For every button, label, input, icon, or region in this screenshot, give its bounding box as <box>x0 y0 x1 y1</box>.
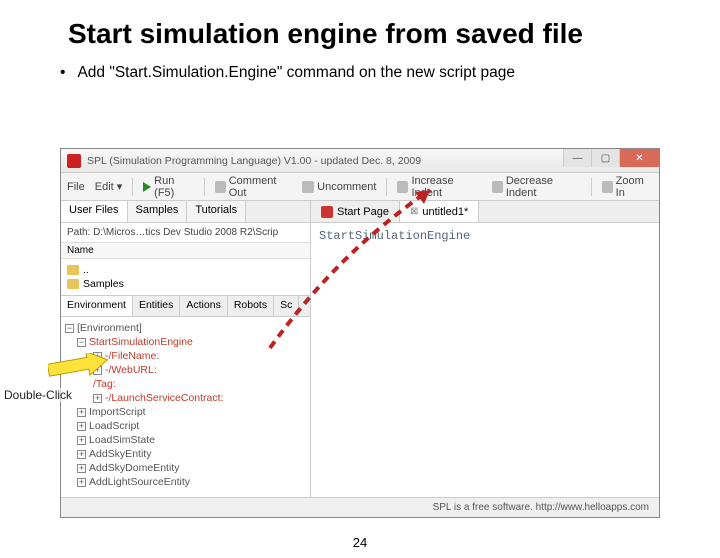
uncomment-icon <box>302 181 314 193</box>
toolbar: File Edit ▾ Run (F5) Comment Out Uncomme… <box>61 173 659 201</box>
code-editor[interactable]: StartSimulationEngine <box>311 223 659 497</box>
list-item-up[interactable]: .. <box>67 263 304 277</box>
env-tabs: Environment Entities Actions Robots Sc <box>61 295 310 317</box>
slide-bullet: • Add "Start.Simulation.Engine" command … <box>60 64 720 82</box>
tab-robots[interactable]: Robots <box>228 296 274 316</box>
close-icon[interactable]: ⊠ <box>410 206 418 217</box>
toolbar-separator <box>204 178 205 196</box>
expand-icon[interactable]: + <box>77 464 86 473</box>
tree-root[interactable]: −[Environment] <box>65 321 306 335</box>
tab-sc[interactable]: Sc <box>274 296 299 316</box>
expand-icon[interactable]: + <box>77 408 86 417</box>
tree-start-simulation-engine[interactable]: −StartSimulationEngine <box>65 335 306 349</box>
yellow-arrow-annotation <box>48 353 108 377</box>
path-label: Path: D:\Micros…tics Dev Studio 2008 R2\… <box>61 223 310 242</box>
right-panel: Start Page ⊠untitled1* StartSimulationEn… <box>311 201 659 497</box>
editor-line-1: StartSimulationEngine <box>319 229 470 243</box>
doc-tab-untitled[interactable]: ⊠untitled1* <box>400 201 479 222</box>
bullet-dot: • <box>60 64 74 82</box>
tree-load-sim-state[interactable]: +LoadSimState <box>65 433 306 447</box>
titlebar: SPL (Simulation Programming Language) V1… <box>61 149 659 173</box>
comment-out-icon <box>215 181 226 193</box>
menu-file[interactable]: File <box>67 181 85 193</box>
page-number: 24 <box>0 535 720 550</box>
tree-tag[interactable]: /Tag: <box>65 377 306 391</box>
minimize-button[interactable]: — <box>563 149 591 167</box>
file-list: .. Samples <box>61 259 310 295</box>
toolbar-separator <box>591 178 592 196</box>
expand-icon[interactable]: + <box>77 450 86 459</box>
window-buttons: — ▢ ✕ <box>563 149 659 167</box>
zoom-in-button[interactable]: Zoom In <box>602 175 653 199</box>
increase-indent-button[interactable]: Increase Indent <box>397 175 481 199</box>
tree-import-script[interactable]: +ImportScript <box>65 405 306 419</box>
left-panel: User Files Samples Tutorials Path: D:\Mi… <box>61 201 311 497</box>
collapse-icon[interactable]: − <box>65 324 74 333</box>
tab-samples[interactable]: Samples <box>128 201 188 222</box>
folder-icon <box>67 265 79 275</box>
expand-icon[interactable]: + <box>77 436 86 445</box>
statusbar: SPL is a free software. http://www.hello… <box>61 497 659 517</box>
name-column-header[interactable]: Name <box>61 242 310 259</box>
tab-entities[interactable]: Entities <box>133 296 180 316</box>
tree-add-sky-dome-entity[interactable]: +AddSkyDomeEntity <box>65 461 306 475</box>
outdent-icon <box>492 181 503 193</box>
tree-load-script[interactable]: +LoadScript <box>65 419 306 433</box>
play-icon <box>143 182 151 192</box>
indent-icon <box>397 181 408 193</box>
expand-icon[interactable]: + <box>93 394 102 403</box>
doc-tabs: Start Page ⊠untitled1* <box>311 201 659 223</box>
folder-icon <box>67 279 79 289</box>
collapse-icon[interactable]: − <box>77 338 86 347</box>
run-button[interactable]: Run (F5) <box>143 175 194 199</box>
window-title: SPL (Simulation Programming Language) V1… <box>87 155 421 167</box>
bullet-text: Add "Start.Simulation.Engine" command on… <box>77 64 515 81</box>
command-tree: −[Environment] −StartSimulationEngine +-… <box>61 317 310 497</box>
file-tabs: User Files Samples Tutorials <box>61 201 310 223</box>
list-item-samples[interactable]: Samples <box>67 277 304 291</box>
decrease-indent-button[interactable]: Decrease Indent <box>492 175 581 199</box>
tree-add-light-source-entity[interactable]: +AddLightSourceEntity <box>65 475 306 489</box>
comment-out-button[interactable]: Comment Out <box>215 175 293 199</box>
tab-tutorials[interactable]: Tutorials <box>187 201 246 222</box>
app-icon <box>67 154 81 168</box>
tab-user-files[interactable]: User Files <box>61 201 128 222</box>
tree-add-sky-entity[interactable]: +AddSkyEntity <box>65 447 306 461</box>
menu-edit[interactable]: Edit ▾ <box>95 180 123 193</box>
uncomment-button[interactable]: Uncomment <box>302 181 376 193</box>
workspace: User Files Samples Tutorials Path: D:\Mi… <box>61 201 659 497</box>
zoom-icon <box>602 181 613 193</box>
home-icon <box>321 206 333 218</box>
slide-title: Start simulation engine from saved file <box>68 18 720 50</box>
app-window: SPL (Simulation Programming Language) V1… <box>60 148 660 518</box>
toolbar-separator <box>132 178 133 196</box>
tab-environment[interactable]: Environment <box>61 296 133 316</box>
maximize-button[interactable]: ▢ <box>591 149 619 167</box>
expand-icon[interactable]: + <box>77 422 86 431</box>
tree-launch-service[interactable]: +-/LaunchServiceContract: <box>65 391 306 405</box>
tab-actions[interactable]: Actions <box>180 296 227 316</box>
annotation-double-click: Double-Click <box>2 388 74 402</box>
expand-icon[interactable]: + <box>77 478 86 487</box>
toolbar-separator <box>386 178 387 196</box>
doc-tab-start-page[interactable]: Start Page <box>311 201 400 222</box>
close-button[interactable]: ✕ <box>619 149 659 167</box>
